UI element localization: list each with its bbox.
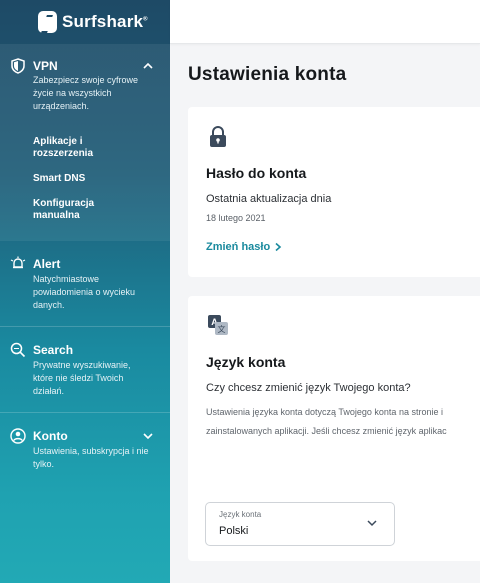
language-select-label: Język konta (219, 510, 262, 519)
brand-name: Surfshark (62, 12, 144, 31)
change-password-link[interactable]: Zmień hasło (206, 241, 282, 253)
language-select-value: Polski (219, 525, 249, 537)
password-updated-date: 18 lutego 2021 (206, 213, 266, 223)
nav-desc-account: Ustawienia, subskrypcja i nie tylko. (33, 446, 149, 469)
sidebar: Surfshark® VPN Zabezpiecz swoje cyfrowe … (0, 0, 170, 583)
password-card: Hasło do konta Ostatnia aktualizacja dni… (188, 107, 480, 277)
language-card-title: Język konta (206, 354, 286, 370)
nav-title-vpn: VPN (33, 59, 58, 73)
nav-desc-search: Prywatne wyszukiwanie, które nie śledzi … (33, 360, 131, 396)
lock-icon (210, 126, 226, 147)
translate-icon: A 文 (208, 315, 228, 335)
language-info-line-1: Ustawienia języka konta dotyczą Twojego … (206, 407, 443, 417)
top-bar (170, 0, 480, 44)
nav-subitem-manual-config[interactable]: Konfiguracja manualna (33, 198, 143, 222)
nav-desc-vpn: Zabezpiecz swoje cyfrowe życie na wszyst… (33, 75, 139, 111)
change-password-label: Zmień hasło (206, 241, 271, 253)
password-card-title: Hasło do konta (206, 165, 307, 181)
nav-section-vpn: VPN Zabezpiecz swoje cyfrowe życie na ws… (0, 44, 170, 241)
language-card: A 文 Język konta Czy chcesz zmienić język… (188, 296, 480, 561)
password-updated-label: Ostatnia aktualizacja dnia (206, 193, 332, 205)
nav-subitem-apps[interactable]: Aplikacje i rozszerzenia (33, 136, 143, 160)
search-icon (10, 342, 26, 358)
alert-bell-icon (10, 256, 26, 272)
surfshark-logo[interactable]: Surfshark® (38, 10, 148, 34)
user-icon (10, 428, 26, 444)
nav-title-search: Search (33, 343, 74, 357)
surfshark-logo-icon (38, 11, 57, 33)
language-select[interactable]: Język konta Polski (205, 502, 395, 546)
chevron-down-icon[interactable] (142, 430, 154, 442)
nav-title-alert: Alert (33, 257, 61, 271)
shield-icon (10, 58, 26, 74)
sidebar-divider (0, 326, 170, 327)
nav-desc-alert: Natychmiastowe powiadomienia o wycieku d… (33, 274, 136, 310)
nav-title-account: Konto (33, 429, 68, 443)
sidebar-divider (0, 412, 170, 413)
language-question: Czy chcesz zmienić język Twojego konta? (206, 382, 411, 394)
brand-mark: ® (143, 16, 148, 23)
page-title: Ustawienia konta (188, 64, 347, 85)
svg-text:文: 文 (218, 324, 226, 334)
nav-subitem-smart-dns[interactable]: Smart DNS (33, 173, 143, 185)
language-info-line-2: zainstalowanych aplikacji. Jeśli chcesz … (206, 426, 447, 436)
chevron-up-icon[interactable] (142, 60, 154, 72)
chevron-down-icon (367, 520, 377, 527)
chevron-right-icon (275, 242, 282, 252)
